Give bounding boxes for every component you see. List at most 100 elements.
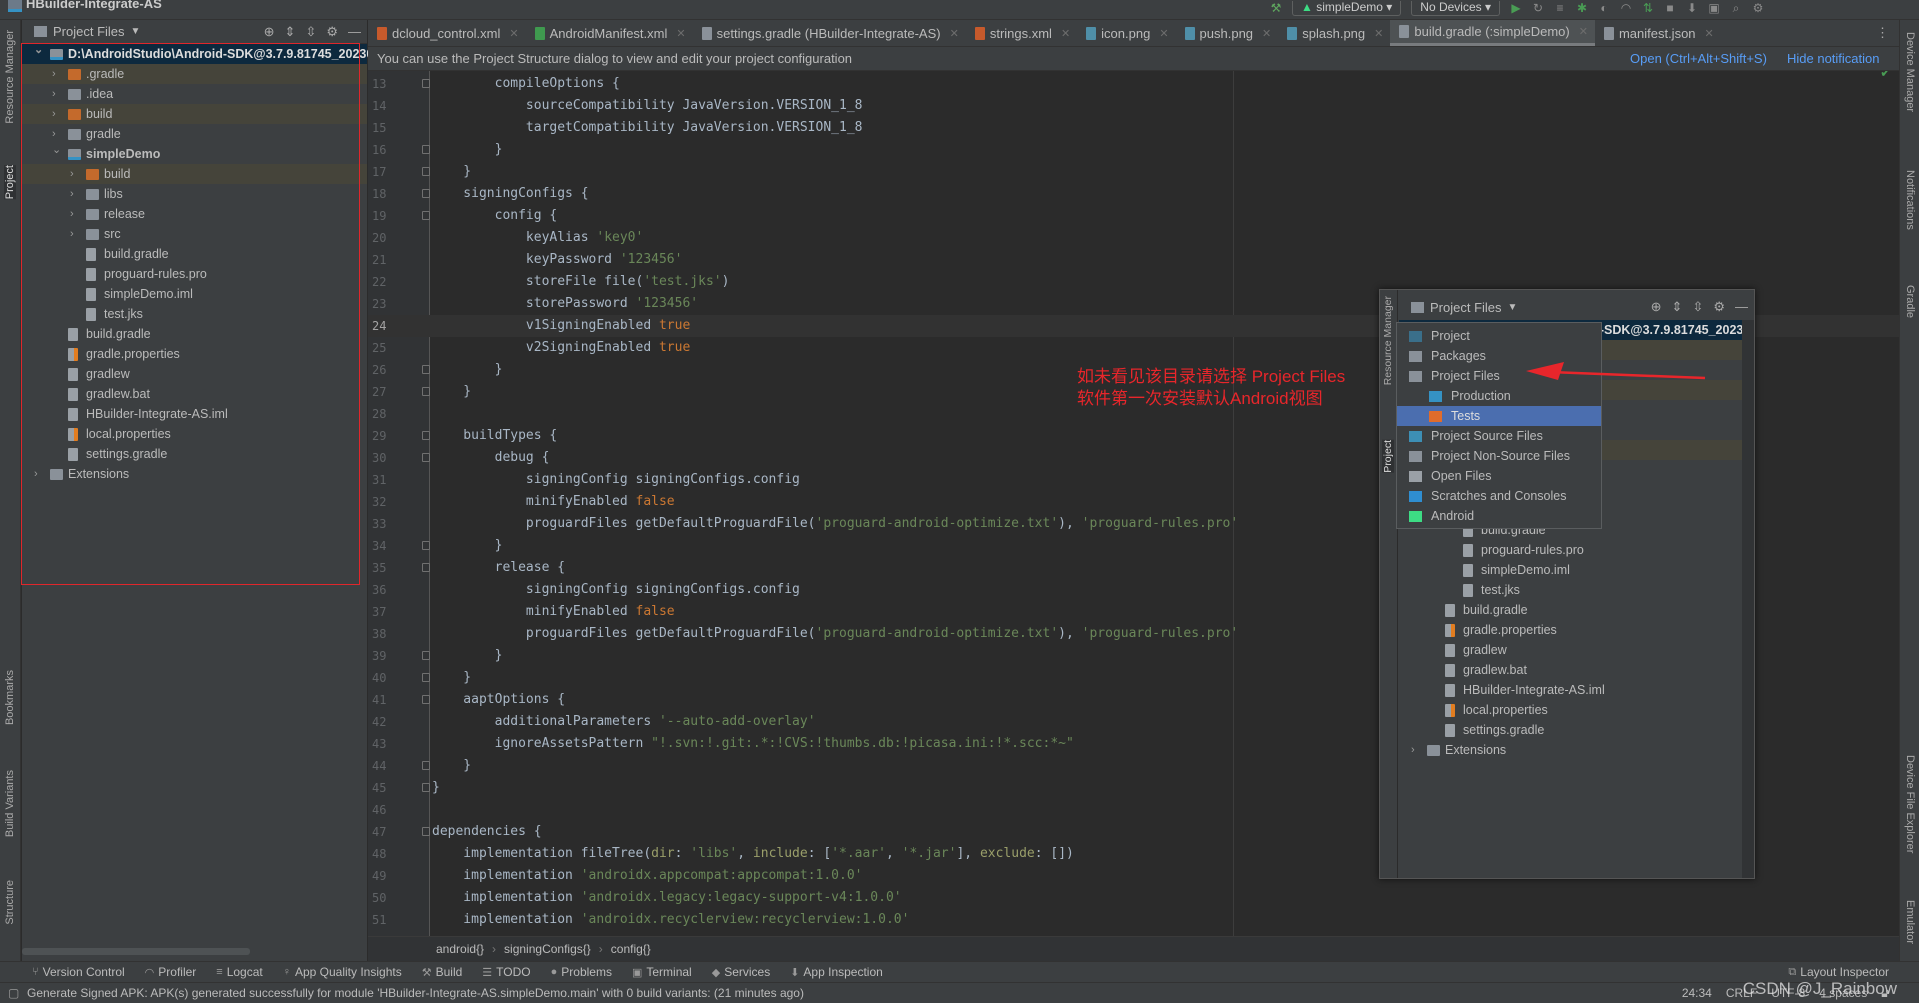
tree-item[interactable]: simpleDemo.iml [1399,560,1742,580]
menu-item-open-files[interactable]: Open Files [1397,466,1601,486]
vertical-scrollbar[interactable] [1742,320,1754,878]
status-message[interactable]: Generate Signed APK: APK(s) generated su… [27,983,804,1003]
tree-item[interactable]: gradlew [1399,640,1742,660]
fold-marker-icon[interactable] [422,651,430,660]
fold-marker-icon[interactable] [422,79,430,88]
stop-icon[interactable]: ■ [1664,2,1676,14]
tree-item[interactable]: build.gradle [1399,600,1742,620]
hide-notification-link[interactable]: Hide notification [1787,47,1880,70]
locate-icon[interactable]: ⊕ [1651,299,1662,315]
fold-marker-icon[interactable] [422,563,430,572]
tool-project[interactable]: Project [4,165,16,200]
tool-device-file-explorer[interactable]: Device File Explorer [1904,755,1916,853]
code-line[interactable]: 51 implementation 'androidx.recyclerview… [368,909,1899,931]
sync-icon[interactable]: ⇅ [1642,2,1654,14]
view-selector[interactable]: Project Files [1430,300,1502,315]
view-selector[interactable]: Project Files [53,24,125,39]
fold-marker-icon[interactable] [422,365,430,374]
sdk-manager-icon[interactable]: ⬇ [1686,2,1698,14]
tool-structure[interactable]: Structure [4,880,16,925]
tab-icon-png[interactable]: icon.png ✕ [1077,20,1175,46]
gear-icon[interactable]: ⚙ [326,24,338,40]
fold-marker-icon[interactable] [422,387,430,396]
locate-icon[interactable]: ⊕ [264,24,275,40]
code-line[interactable]: 13 compileOptions { [368,73,1899,95]
code-line[interactable]: 15 targetCompatibility JavaVersion.VERSI… [368,117,1899,139]
tree-item[interactable]: proguard-rules.pro [1399,540,1742,560]
hide-icon[interactable]: — [1735,299,1748,315]
run-config-dropdown[interactable]: ▲ simpleDemo ▾ [1292,0,1402,16]
tab-settings-gradle[interactable]: settings.gradle (HBuilder-Integrate-AS) ✕ [693,20,966,46]
close-icon[interactable]: ✕ [509,27,518,40]
expand-all-icon[interactable]: ⇕ [1672,299,1683,315]
menu-item-project[interactable]: Project [1397,326,1601,346]
close-icon[interactable]: ✕ [1061,27,1070,40]
tool-services[interactable]: ◆ Services [712,965,770,979]
close-icon[interactable]: ✕ [1374,27,1383,40]
hammer-icon[interactable]: ⚒ [1270,2,1282,14]
collapse-all-icon[interactable]: ⇳ [1692,299,1703,315]
search-icon[interactable]: ⌕ [1730,2,1742,14]
tool-app-inspection[interactable]: ⬇ App Inspection [790,965,883,979]
close-icon[interactable]: ✕ [1262,27,1271,40]
tool-app-quality-insights[interactable]: ♀ App Quality Insights [283,965,402,979]
fold-marker-icon[interactable] [422,431,430,440]
tab-manifest-json[interactable]: manifest.json ✕ [1595,20,1721,46]
horizontal-scrollbar[interactable] [22,948,250,955]
breadcrumb-item[interactable]: config{} [611,942,651,956]
tree-item[interactable]: test.jks [1399,580,1742,600]
attach-icon[interactable]: ◐ [1598,2,1610,14]
hide-icon[interactable]: — [348,24,361,40]
code-line[interactable]: 50 implementation 'androidx.legacy:legac… [368,887,1899,909]
tree-item[interactable]: gradle.properties [1399,620,1742,640]
close-icon[interactable]: ✕ [1705,27,1714,40]
menu-item-android[interactable]: Android [1397,506,1601,526]
breadcrumb-item[interactable]: signingConfigs{} [504,942,591,956]
tool-gradle[interactable]: Gradle [1904,285,1916,318]
fold-marker-icon[interactable] [422,541,430,550]
device-manager-icon[interactable]: ▣ [1708,2,1720,14]
collapse-all-icon[interactable]: ⇳ [305,24,316,40]
gear-icon[interactable]: ⚙ [1713,299,1725,315]
code-line[interactable]: 20 keyAlias 'key0' [368,227,1899,249]
tab-push-png[interactable]: push.png ✕ [1176,20,1279,46]
rerun-icon[interactable]: ↻ [1532,2,1544,14]
fold-marker-icon[interactable] [422,189,430,198]
run-icon[interactable]: ▶ [1510,2,1522,14]
tool-resource-manager[interactable]: Resource Manager [1382,296,1394,385]
tab-dcloud-control-xml[interactable]: dcloud_control.xml ✕ [368,20,526,46]
code-line[interactable]: 17 } [368,161,1899,183]
fold-marker-icon[interactable] [422,211,430,220]
tree-item[interactable]: local.properties [1399,700,1742,720]
tool-resource-manager[interactable]: Resource Manager [4,30,16,124]
caret-position[interactable]: 24:34 [1682,983,1712,1003]
fold-marker-icon[interactable] [422,673,430,682]
fold-marker-icon[interactable] [422,145,430,154]
tree-item[interactable]: › Extensions [1399,740,1742,760]
tool-notifications[interactable]: Notifications [1904,170,1916,230]
tool-problems[interactable]: ● Problems [551,965,612,979]
close-icon[interactable]: ✕ [676,27,685,40]
fold-marker-icon[interactable] [422,695,430,704]
tool-todo[interactable]: ☰ TODO [482,965,530,979]
menu-item-scratches-and-consoles[interactable]: Scratches and Consoles [1397,486,1601,506]
tab-strings-xml[interactable]: strings.xml ✕ [966,20,1077,46]
menu-item-project-non-source-files[interactable]: Project Non-Source Files [1397,446,1601,466]
fold-marker-icon[interactable] [422,167,430,176]
close-icon[interactable]: ✕ [1159,27,1168,40]
close-icon[interactable]: ✕ [1579,25,1588,38]
tool-profiler[interactable]: ◠ Profiler [145,965,197,979]
tool-bookmarks[interactable]: Bookmarks [4,670,16,725]
tool-build[interactable]: ⚒ Build [422,965,463,979]
tool-logcat[interactable]: ≡ Logcat [216,965,262,979]
fold-marker-icon[interactable] [422,827,430,836]
close-icon[interactable]: ✕ [950,27,959,40]
tool-terminal[interactable]: ▣ Terminal [632,965,692,979]
code-line[interactable]: 21 keyPassword '123456' [368,249,1899,271]
tool-emulator[interactable]: Emulator [1904,900,1916,944]
code-line[interactable]: 14 sourceCompatibility JavaVersion.VERSI… [368,95,1899,117]
tree-item[interactable]: settings.gradle [1399,720,1742,740]
fold-marker-icon[interactable] [422,453,430,462]
tool-project[interactable]: Project [1382,440,1394,473]
debug-icon[interactable]: ✱ [1576,2,1588,14]
